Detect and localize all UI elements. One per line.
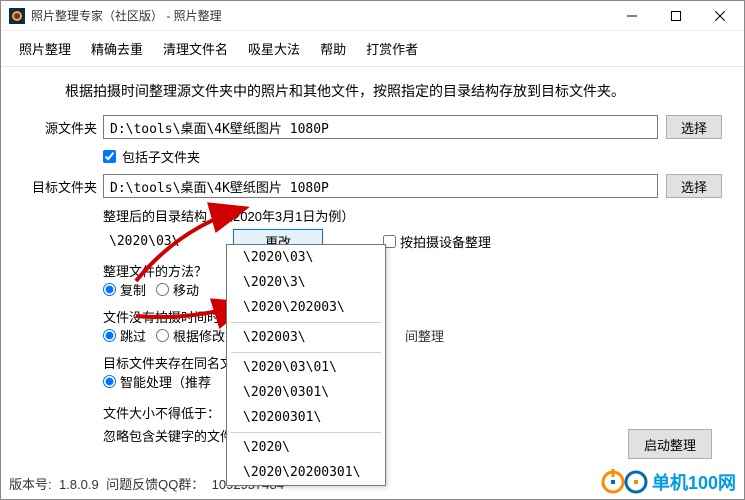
branding: 单机100网 [600, 469, 736, 495]
method-move-label: 移动 [173, 280, 199, 299]
qq-label: 问题反馈QQ群： [106, 477, 204, 492]
target-label: 目标文件夹 [23, 177, 97, 196]
menu-help[interactable]: 帮助 [310, 35, 356, 62]
no-time-heading: 文件没有拍摄时间时？ [103, 307, 722, 326]
structure-option[interactable]: \2020\03\ [227, 245, 385, 270]
intro-text: 根据拍摄时间整理源文件夹中的照片和其他文件，按照指定的目录结构存放到目标文件夹。 [23, 81, 722, 115]
method-move-radio[interactable] [156, 283, 169, 296]
structure-option[interactable]: \202003\ [227, 325, 385, 350]
menu-dedupe[interactable]: 精确去重 [81, 35, 153, 62]
source-input[interactable] [103, 115, 658, 139]
brand-logo-icon [600, 469, 648, 495]
no-time-skip-radio[interactable] [103, 329, 116, 342]
target-browse-button[interactable]: 选择 [666, 174, 722, 198]
minimize-button[interactable] [610, 1, 654, 31]
dropdown-separator [231, 322, 381, 323]
method-heading: 整理文件的方法？ [103, 261, 722, 280]
same-name-smart-radio[interactable] [103, 375, 116, 388]
menu-donate[interactable]: 打赏作者 [356, 35, 428, 62]
maximize-button[interactable] [654, 1, 698, 31]
structure-option[interactable]: \2020\ [227, 435, 385, 460]
dropdown-separator [231, 432, 381, 433]
structure-option[interactable]: \2020\0301\ [227, 380, 385, 405]
structure-option[interactable]: \2020\202003\ [227, 295, 385, 320]
same-name-smart-label: 智能处理（推荐 [120, 372, 211, 391]
include-subfolder-checkbox[interactable] [103, 150, 116, 163]
include-subfolder-label: 包括子文件夹 [122, 147, 200, 166]
no-time-mod-label: 根据修改 [173, 326, 225, 345]
structure-option[interactable]: \2020\20200301\ [227, 460, 385, 485]
start-button[interactable]: 启动整理 [628, 429, 712, 459]
version-value: 1.8.0.9 [59, 477, 99, 492]
dropdown-separator [231, 352, 381, 353]
method-copy-label: 复制 [120, 280, 146, 299]
source-label: 源文件夹 [23, 118, 97, 137]
same-name-heading: 目标文件夹存在同名文 [103, 353, 722, 372]
structure-dropdown: \2020\03\ \2020\3\ \2020\202003\ \202003… [226, 244, 386, 486]
structure-heading: 整理后的目录结构（以2020年3月1日为例） [103, 206, 722, 225]
no-time-skip-label: 跳过 [120, 326, 146, 345]
version-label: 版本号: [9, 477, 52, 492]
no-time-partial-text: 间整理 [405, 326, 444, 345]
method-copy-radio[interactable] [103, 283, 116, 296]
brand-text: 单机100网 [652, 469, 736, 495]
source-browse-button[interactable]: 选择 [666, 115, 722, 139]
structure-option[interactable]: \2020\03\01\ [227, 355, 385, 380]
menu-photo[interactable]: 照片整理 [9, 35, 81, 62]
no-time-mod-radio[interactable] [156, 329, 169, 342]
app-icon [9, 8, 25, 24]
close-button[interactable] [698, 1, 742, 31]
by-device-label: 按拍摄设备整理 [400, 232, 491, 251]
menu-clean-filename[interactable]: 清理文件名 [153, 35, 238, 62]
size-heading: 文件大小不得低于： [103, 403, 722, 422]
structure-option[interactable]: \20200301\ [227, 405, 385, 430]
menu-absorb[interactable]: 吸星大法 [238, 35, 310, 62]
structure-option[interactable]: \2020\3\ [227, 270, 385, 295]
structure-current: \2020\03\ [103, 234, 233, 249]
target-input[interactable] [103, 174, 658, 198]
menu-bar: 照片整理 精确去重 清理文件名 吸星大法 帮助 打赏作者 [1, 31, 744, 67]
window-title: 照片整理专家（社区版） - 照片整理 [31, 7, 610, 24]
